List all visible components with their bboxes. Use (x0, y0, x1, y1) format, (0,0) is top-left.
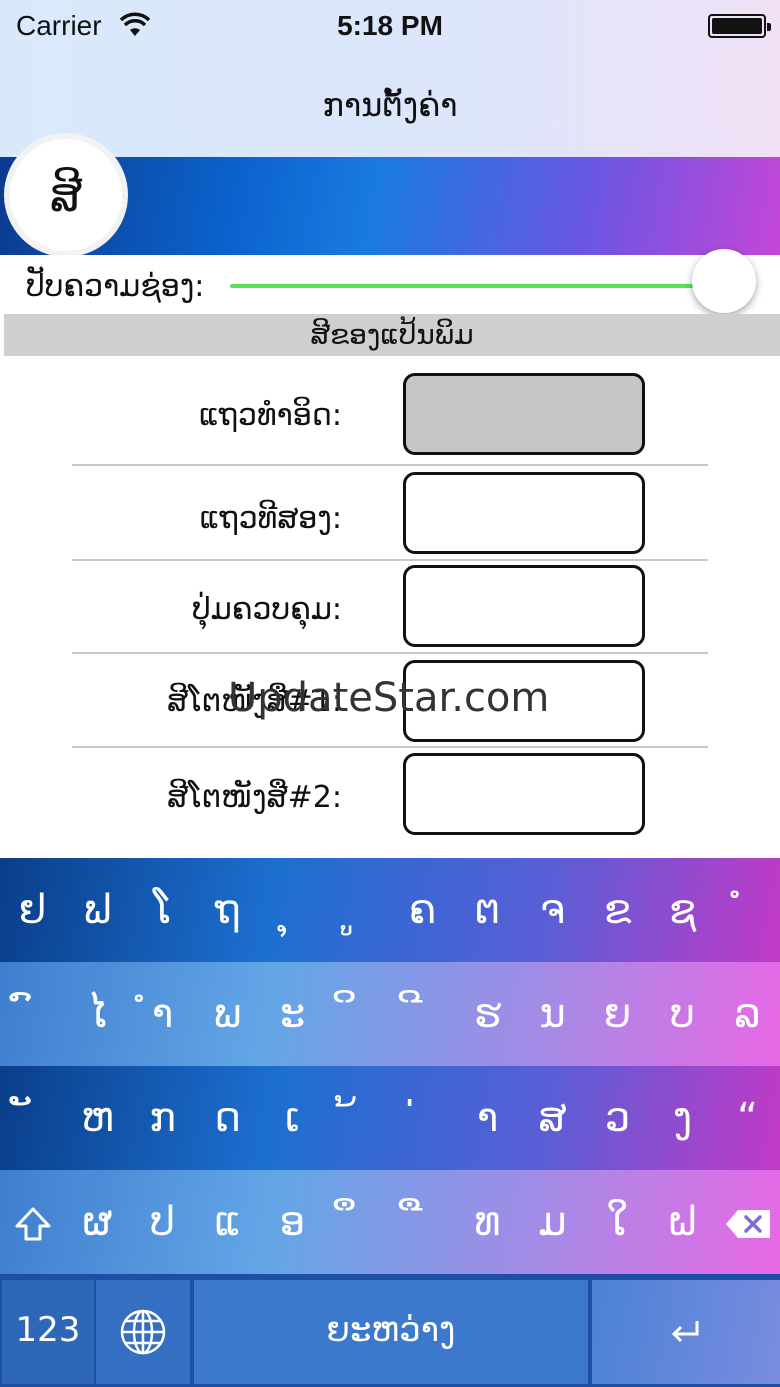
slider-label: ປັບຄວາມຊ່ອງ: (26, 269, 205, 304)
key[interactable]: ກ (130, 1066, 195, 1170)
color-swatch-button[interactable] (403, 565, 645, 647)
key[interactable]: ຈ (520, 858, 585, 962)
globe-icon[interactable] (96, 1280, 190, 1384)
key[interactable]: ທ (455, 1170, 520, 1274)
return-icon[interactable] (592, 1280, 780, 1384)
key[interactable]: ໍ (715, 858, 780, 962)
key[interactable]: ຂ (585, 858, 650, 962)
key[interactable]: ິ (325, 962, 390, 1066)
key[interactable]: ອ (260, 1170, 325, 1274)
key[interactable]: ໃ (585, 1170, 650, 1274)
key[interactable]: ພ (195, 962, 260, 1066)
key[interactable]: ຍ (585, 962, 650, 1066)
key[interactable]: ຮ (455, 962, 520, 1066)
shift-icon[interactable] (0, 1170, 65, 1274)
key[interactable]: ຶ (325, 1170, 390, 1274)
divider (72, 464, 708, 466)
key[interactable]: ຕ (455, 858, 520, 962)
key[interactable]: ດ (195, 1066, 260, 1170)
key[interactable]: ຳ (130, 962, 195, 1066)
key[interactable]: ັ (0, 1066, 65, 1170)
divider (72, 746, 708, 748)
key[interactable]: ່ (390, 1066, 455, 1170)
color-swatch-button[interactable] (403, 753, 645, 835)
key[interactable]: ສ (520, 1066, 585, 1170)
key[interactable]: ຢ (0, 858, 65, 962)
numbers-key[interactable]: 123 (2, 1280, 94, 1384)
key[interactable]: ົ (0, 962, 65, 1066)
color-swatch-button[interactable] (403, 472, 645, 554)
key[interactable]: ີ (390, 962, 455, 1066)
divider (72, 559, 708, 561)
key[interactable]: ້ (325, 1066, 390, 1170)
keyboard-row-4: ຜ ປ ແ ອ ຶ ື ທ ມ ໃ ຝ (0, 1170, 780, 1274)
row-label: ສີໂຕໜັງສື#2: (167, 780, 342, 815)
key[interactable]: ື (390, 1170, 455, 1274)
keyboard-bottom-row: 123 ຍະຫວ່າງ (0, 1274, 780, 1387)
color-swatch-button[interactable] (403, 373, 645, 455)
keyboard-color-list: ແຖວທຳອິດ: ແຖວທີສອງ: ປຸ່ມຄວບຄຸມ: ສີໂຕໜັງສ… (0, 356, 780, 858)
watermark: UpdateStar.com (228, 675, 550, 721)
key[interactable]: ຜ (65, 1170, 130, 1274)
key[interactable]: ວ (585, 1066, 650, 1170)
row-label: ປຸ່ມຄວບຄຸມ: (192, 592, 342, 627)
key[interactable]: ບ (650, 962, 715, 1066)
status-bar: Carrier 5:18 PM (0, 10, 780, 46)
key[interactable]: ຊ (650, 858, 715, 962)
keyboard-row-2: ົ ໄ ຳ ພ ະ ິ ີ ຮ ນ ຍ ບ ລ (0, 962, 780, 1066)
key[interactable]: ຄ (390, 858, 455, 962)
key[interactable]: ຖ (195, 858, 260, 962)
key[interactable]: “ (715, 1066, 780, 1170)
keyboard: ຢ ຟ ໂ ຖ ຸ ູ ຄ ຕ ຈ ຂ ຊ ໍ ົ ໄ ຳ ພ ະ ິ ີ ຮ … (0, 858, 780, 1387)
key[interactable]: ມ (520, 1170, 585, 1274)
keyboard-row-1: ຢ ຟ ໂ ຖ ຸ ູ ຄ ຕ ຈ ຂ ຊ ໍ (0, 858, 780, 962)
key[interactable]: ເ (260, 1066, 325, 1170)
key[interactable]: ແ (195, 1170, 260, 1274)
key[interactable]: ຸ (260, 858, 325, 962)
key[interactable]: ນ (520, 962, 585, 1066)
delete-icon[interactable] (715, 1170, 780, 1274)
page-title: ການຕັ້ງຄ່າ (322, 86, 458, 124)
divider (72, 652, 708, 654)
key[interactable]: ງ (650, 1066, 715, 1170)
keyboard-row-3: ັ ຫ ກ ດ ເ ້ ່ າ ສ ວ ງ “ (0, 1066, 780, 1170)
key[interactable]: ຫ (65, 1066, 130, 1170)
key[interactable]: ູ (325, 858, 390, 962)
opacity-slider-row: ປັບຄວາມຊ່ອງ: (0, 249, 780, 313)
space-key[interactable]: ຍະຫວ່າງ (194, 1280, 588, 1384)
key[interactable]: າ (455, 1066, 520, 1170)
key[interactable]: ປ (130, 1170, 195, 1274)
key[interactable]: ໄ (65, 962, 130, 1066)
key[interactable]: ຟ (65, 858, 130, 962)
row-label: ແຖວທີສອງ: (199, 501, 342, 536)
key[interactable]: ະ (260, 962, 325, 1066)
slider-track[interactable] (230, 284, 700, 288)
section-header: ສີຂອງແປ້ນພິມ (4, 314, 780, 356)
key[interactable]: ໂ (130, 858, 195, 962)
key[interactable]: ຝ (650, 1170, 715, 1274)
top-bar: Carrier 5:18 PM ການຕັ້ງຄ່າ (0, 0, 780, 157)
slider-thumb[interactable] (692, 249, 756, 313)
row-label: ແຖວທຳອິດ: (198, 398, 342, 433)
avatar[interactable]: ສີ (4, 133, 128, 257)
key[interactable]: ລ (715, 962, 780, 1066)
clock: 5:18 PM (337, 10, 443, 41)
battery-icon (708, 14, 771, 38)
